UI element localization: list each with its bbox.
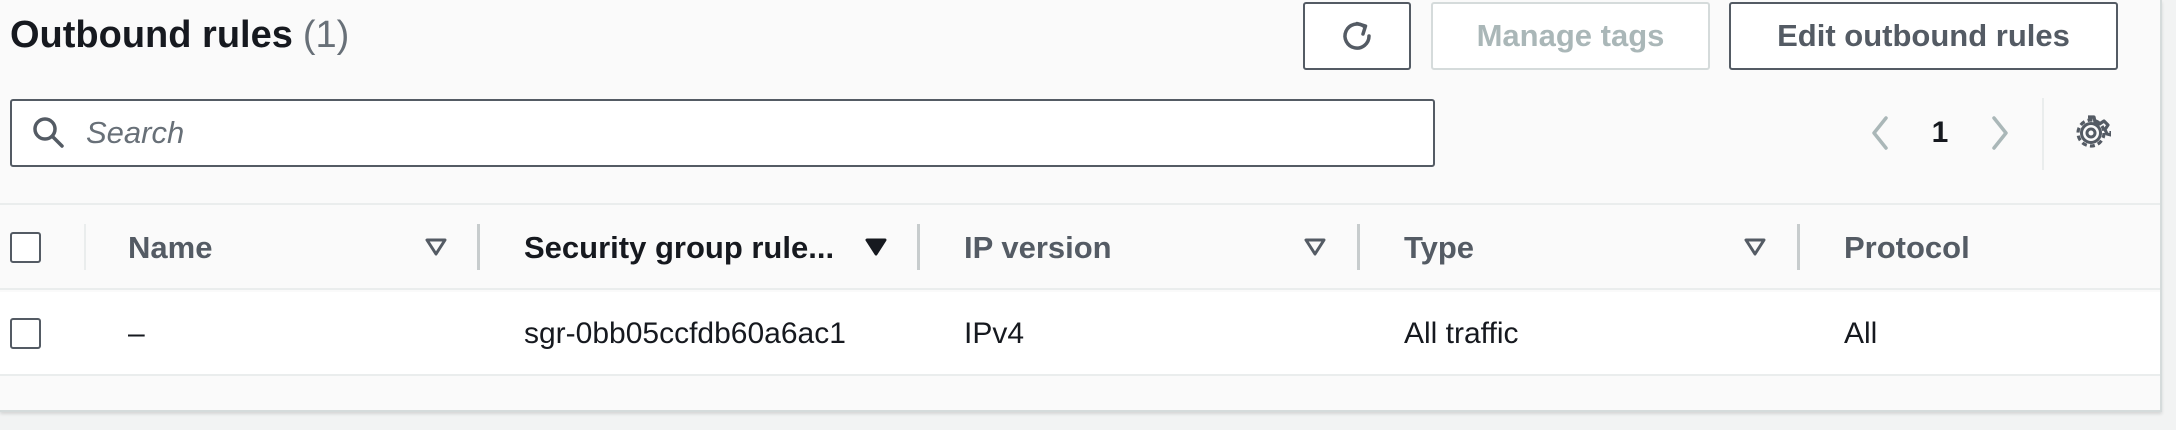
chevron-right-icon bbox=[1992, 116, 2008, 150]
search-icon bbox=[12, 101, 86, 165]
preferences-button[interactable] bbox=[2070, 112, 2112, 154]
row-checkbox[interactable] bbox=[10, 318, 41, 349]
column-header-label: Protocol bbox=[1844, 229, 1970, 265]
column-resizer[interactable] bbox=[1797, 224, 1800, 270]
rule-count: (1) bbox=[302, 14, 350, 56]
sort-icon[interactable] bbox=[1300, 232, 1330, 262]
cell-name: – bbox=[128, 317, 145, 350]
column-header-label: Security group rule... bbox=[524, 229, 835, 265]
page-number-1[interactable]: 1 bbox=[1920, 113, 1960, 153]
table-row[interactable]: – sgr-0bb05ccfdb60a6ac1 IPv4 All traffic… bbox=[0, 292, 2160, 376]
cell-protocol: All bbox=[1844, 317, 1878, 350]
column-resizer[interactable] bbox=[1357, 224, 1360, 270]
sort-icon[interactable] bbox=[421, 232, 451, 262]
sort-descending-icon[interactable] bbox=[861, 232, 891, 262]
sort-icon[interactable] bbox=[1740, 232, 1770, 262]
column-resizer[interactable] bbox=[477, 224, 480, 270]
column-header-security-group-rule-id[interactable]: Security group rule... bbox=[524, 205, 834, 290]
chevron-left-icon bbox=[1872, 116, 1888, 150]
search-input[interactable] bbox=[86, 103, 1416, 163]
next-page-button[interactable] bbox=[1982, 113, 2018, 153]
column-header-name[interactable]: Name bbox=[128, 205, 212, 290]
manage-tags-button[interactable]: Manage tags bbox=[1431, 2, 1710, 70]
refresh-icon bbox=[1343, 21, 1371, 50]
column-header-type[interactable]: Type bbox=[1404, 205, 1474, 290]
gear-icon bbox=[2076, 115, 2111, 148]
column-header-ip-version[interactable]: IP version bbox=[964, 205, 1112, 290]
select-all-checkbox[interactable] bbox=[10, 232, 41, 263]
cell-security-group-rule-id: sgr-0bb05ccfdb60a6ac1 bbox=[524, 317, 846, 350]
column-header-label: Type bbox=[1404, 229, 1475, 265]
page-title: Outbound rules (1) bbox=[10, 10, 349, 60]
column-header-label: IP version bbox=[964, 229, 1112, 265]
previous-page-button[interactable] bbox=[1862, 113, 1898, 153]
column-divider bbox=[84, 224, 86, 270]
outbound-rules-panel: Outbound rules (1) Manage tags Edit outbo… bbox=[0, 0, 2162, 412]
cell-type: All traffic bbox=[1404, 317, 1519, 350]
title-text: Outbound rules bbox=[10, 14, 293, 56]
column-header-label: Name bbox=[128, 229, 213, 265]
pagination-divider bbox=[2042, 98, 2044, 170]
table-header: Name Security group rule... IP version T… bbox=[0, 205, 2160, 290]
refresh-button[interactable] bbox=[1303, 2, 1411, 70]
edit-outbound-rules-button[interactable]: Edit outbound rules bbox=[1729, 2, 2118, 70]
column-header-protocol[interactable]: Protocol bbox=[1844, 205, 1970, 290]
search-box[interactable] bbox=[10, 99, 1435, 167]
column-resizer[interactable] bbox=[917, 224, 920, 270]
cell-ip-version: IPv4 bbox=[964, 317, 1025, 350]
